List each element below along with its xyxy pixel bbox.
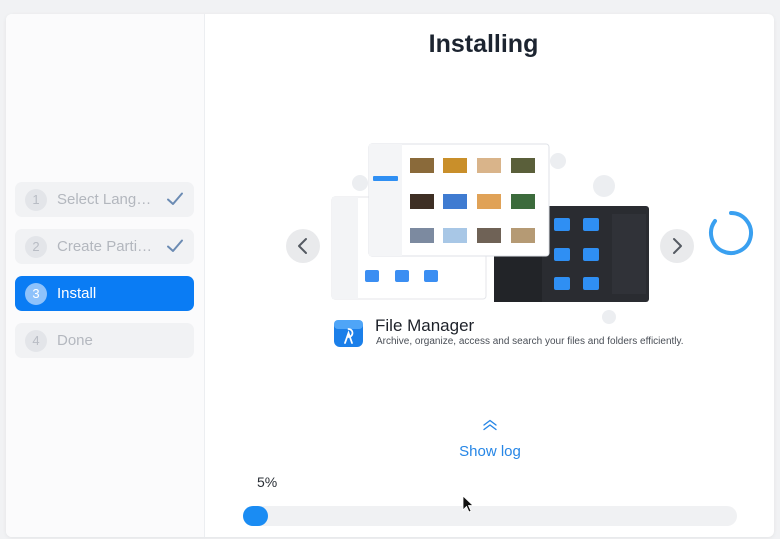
steps-sidebar: 1 Select Langu... 2 Create Partiti... 3 … <box>6 14 205 537</box>
step-number: 2 <box>25 235 47 258</box>
previous-slide-button[interactable] <box>286 229 320 263</box>
step-create-partitions: 2 Create Partiti... <box>15 229 194 264</box>
loading-spinner-icon <box>709 211 753 255</box>
page-title: Installing <box>428 30 539 58</box>
progress-fill <box>243 506 268 526</box>
check-icon <box>167 192 183 205</box>
step-select-language: 1 Select Langu... <box>15 182 194 217</box>
file-manager-screenshot-illustration <box>331 143 649 324</box>
step-label: Select Langu... <box>57 191 155 208</box>
progress-percent-label: 5% <box>257 474 278 490</box>
next-slide-button[interactable] <box>660 229 694 263</box>
check-icon <box>167 239 183 252</box>
mouse-cursor-icon <box>462 495 474 513</box>
chevron-left-icon <box>298 238 307 254</box>
show-log-button[interactable]: Show log <box>455 443 525 460</box>
chevron-up-double-icon[interactable] <box>482 419 498 431</box>
step-number: 4 <box>25 329 47 352</box>
step-label: Create Partiti... <box>57 238 155 255</box>
step-label: Install <box>57 285 97 302</box>
slide-app-name: File Manager <box>375 316 475 335</box>
step-number: 1 <box>25 188 47 211</box>
file-manager-icon <box>334 320 363 347</box>
slide-app-description: Archive, organize, access and search you… <box>376 336 684 347</box>
install-progress-bar <box>243 506 737 526</box>
step-done: 4 Done <box>15 323 194 358</box>
step-number: 3 <box>25 282 47 305</box>
step-install: 3 Install <box>15 276 194 311</box>
chevron-right-icon <box>673 238 682 254</box>
step-label: Done <box>57 332 93 349</box>
